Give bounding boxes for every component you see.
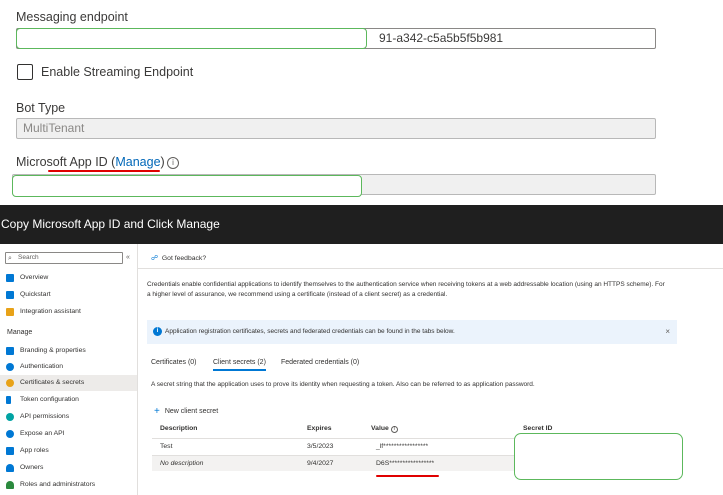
sidebar-item-authentication[interactable]: Authentication	[0, 359, 137, 375]
new-client-secret-label: New client secret	[164, 408, 219, 415]
sidebar-item-label: Authentication	[20, 363, 64, 370]
bot-type-label: Bot Type	[16, 101, 66, 115]
cloud-icon	[6, 430, 14, 438]
redaction-box-secret-id	[514, 433, 683, 480]
bot-type-value: MultiTenant	[23, 121, 85, 135]
authentication-icon	[6, 363, 14, 371]
column-header-expires: Expires	[307, 425, 332, 432]
header-divider	[138, 268, 723, 269]
sidebar-item-quickstart[interactable]: Quickstart	[0, 287, 137, 303]
feedback-icon: ☍	[151, 255, 158, 262]
close-icon[interactable]: ×	[665, 320, 670, 344]
sidebar: ⌕ Search « Overview Quickstart Integrati…	[0, 244, 138, 495]
info-banner: i Application registration certificates,…	[147, 320, 677, 344]
quickstart-icon	[6, 291, 14, 299]
info-icon[interactable]: i	[390, 426, 398, 433]
sidebar-item-label: Expose an API	[20, 430, 65, 437]
manage-heading: Manage	[7, 329, 33, 336]
app-id-label: Microsoft App ID (Manage)	[16, 155, 165, 169]
sidebar-item-label: App roles	[20, 447, 49, 454]
sidebar-item-label: API permissions	[20, 413, 70, 420]
info-icon[interactable]: i	[167, 157, 179, 169]
branding-icon	[6, 347, 14, 355]
credentials-description: Credentials enable confidential applicat…	[147, 281, 665, 298]
manage-link[interactable]: Manage	[115, 155, 160, 169]
manage-underline-annotation	[48, 170, 160, 172]
app-roles-icon	[6, 447, 14, 455]
sidebar-item-token-configuration[interactable]: Token configuration	[0, 392, 137, 408]
redaction-box-endpoint	[16, 28, 367, 49]
table-row: Test 3/5/2023 _lf*****************	[152, 438, 515, 454]
azure-portal-panel: ⌕ Search « Overview Quickstart Integrati…	[0, 244, 723, 495]
sidebar-item-label: Overview	[20, 274, 49, 281]
row-expires: 9/4/2027	[307, 460, 334, 467]
sidebar-item-integration-assistant[interactable]: Integration assistant	[0, 304, 137, 320]
rocket-icon	[6, 308, 14, 316]
sidebar-item-roles-administrators[interactable]: Roles and administrators	[0, 477, 137, 493]
sidebar-item-branding[interactable]: Branding & properties	[0, 343, 137, 359]
row-value: _lf*****************	[376, 443, 429, 450]
redaction-box-app-id	[12, 175, 362, 197]
sidebar-item-label: Quickstart	[20, 291, 51, 298]
table-row: No description 9/4/2027 D6S*************…	[152, 455, 515, 471]
sidebar-item-owners[interactable]: Owners	[0, 460, 137, 476]
plus-icon: +	[154, 406, 160, 417]
token-icon	[6, 396, 11, 404]
search-input[interactable]: ⌕ Search	[5, 252, 123, 264]
bot-type-field: MultiTenant	[16, 118, 656, 139]
column-header-value-label: Value	[371, 425, 389, 432]
sidebar-item-expose-api[interactable]: Expose an API	[0, 426, 137, 442]
owners-icon	[6, 464, 14, 472]
streaming-endpoint-label: Enable Streaming Endpoint	[41, 65, 194, 79]
feedback-label: Got feedback?	[161, 255, 207, 262]
sidebar-item-api-permissions[interactable]: API permissions	[0, 409, 137, 425]
main-content: ☍ Got feedback? Credentials enable confid…	[138, 244, 723, 495]
sidebar-item-app-roles[interactable]: App roles	[0, 443, 137, 459]
sidebar-item-label: Integration assistant	[20, 308, 81, 315]
streaming-endpoint-checkbox[interactable]	[17, 64, 33, 80]
app-id-label-suffix: )	[160, 155, 165, 169]
app-id-label-prefix: Microsoft App ID (	[16, 155, 116, 169]
sidebar-item-label: Roles and administrators	[20, 481, 96, 488]
column-header-description: Description	[160, 425, 198, 432]
sidebar-item-label: Certificates & secrets	[20, 379, 85, 386]
messaging-endpoint-value: 91-a342-c5a5b5f5b981	[379, 31, 504, 45]
api-permissions-icon	[6, 413, 14, 421]
value-underline-annotation	[376, 475, 439, 477]
row-description: No description	[160, 460, 204, 467]
tab-certificates[interactable]: Certificates (0)	[151, 359, 197, 366]
client-secrets-subtitle: A secret string that the application use…	[151, 381, 535, 388]
key-icon	[6, 379, 14, 387]
sidebar-item-certificates-secrets[interactable]: Certificates & secrets	[0, 375, 137, 391]
messaging-endpoint-label: Messaging endpoint	[16, 10, 128, 24]
search-icon: ⌕	[8, 255, 12, 262]
sidebar-item-label: Branding & properties	[20, 347, 86, 354]
feedback-link[interactable]: ☍ Got feedback?	[151, 254, 206, 262]
roles-icon	[6, 481, 14, 489]
tab-client-secrets[interactable]: Client secrets (2)	[213, 359, 266, 371]
sidebar-item-label: Owners	[20, 464, 44, 471]
sidebar-item-overview[interactable]: Overview	[0, 270, 137, 286]
column-header-secret-id: Secret ID	[523, 425, 553, 432]
info-banner-text: Application registration certificates, s…	[165, 328, 455, 335]
collapse-icon[interactable]: «	[126, 254, 130, 261]
instruction-caption: Copy Microsoft App ID and Click Manage	[0, 205, 723, 244]
new-client-secret-button[interactable]: + New client secret	[154, 406, 218, 417]
column-header-value: Value i	[371, 425, 398, 433]
row-description: Test	[160, 443, 173, 450]
search-placeholder: Search	[18, 254, 39, 261]
row-expires: 3/5/2023	[307, 443, 334, 450]
tab-federated-credentials[interactable]: Federated credentials (0)	[281, 359, 359, 366]
sidebar-item-label: Token configuration	[20, 396, 79, 403]
overview-icon	[6, 274, 14, 282]
row-value: D6S*****************	[376, 460, 435, 467]
info-circle-icon: i	[153, 327, 162, 336]
